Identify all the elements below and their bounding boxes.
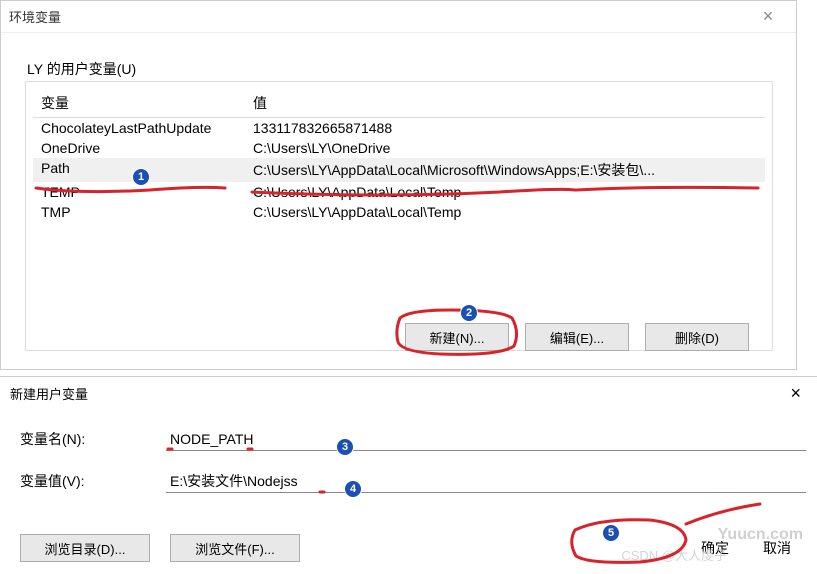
delete-button[interactable]: 删除(D)	[645, 323, 749, 351]
table-header: 变量 值	[33, 89, 765, 118]
annotation-badge-4: 4	[344, 480, 362, 498]
cell-val: 133117832665871488	[253, 120, 757, 136]
env-vars-dialog: 环境变量 × LY 的用户变量(U) 变量 值 ChocolateyLastPa…	[0, 0, 797, 370]
var-name-row: 变量名(N):	[20, 427, 817, 451]
user-vars-buttons: 新建(N)... 编辑(E)... 删除(D)	[405, 323, 749, 351]
dialog-title: 环境变量	[9, 7, 748, 26]
user-vars-group-label: LY 的用户变量(U)	[27, 59, 136, 79]
browse-file-button[interactable]: 浏览文件(F)...	[170, 534, 300, 562]
user-vars-table: 变量 值 ChocolateyLastPathUpdate 1331178326…	[33, 89, 765, 222]
annotation-badge-5: 5	[602, 524, 620, 542]
close-icon[interactable]: ×	[784, 383, 807, 404]
table-row[interactable]: ChocolateyLastPathUpdate 133117832665871…	[33, 118, 765, 138]
browse-dir-button[interactable]: 浏览目录(D)...	[20, 534, 150, 562]
cell-val: C:\Users\LY\AppData\Local\Temp	[253, 204, 757, 220]
var-value-label: 变量值(V):	[20, 471, 166, 491]
annotation-badge-2: 2	[460, 304, 478, 322]
table-row[interactable]: OneDrive C:\Users\LY\OneDrive	[33, 138, 765, 158]
var-value-input[interactable]	[166, 469, 806, 493]
watermark-yuucn: Yuucn.com	[718, 526, 803, 544]
cell-var: OneDrive	[41, 140, 253, 156]
var-name-input[interactable]	[166, 427, 806, 451]
var-name-label: 变量名(N):	[20, 429, 166, 449]
edit-button[interactable]: 编辑(E)...	[525, 323, 629, 351]
watermark-csdn: CSDN @大人虔子	[621, 545, 727, 564]
new-button[interactable]: 新建(N)...	[405, 323, 509, 351]
cell-val: C:\Users\LY\AppData\Local\Microsoft\Wind…	[253, 160, 757, 180]
cell-var: TEMP	[41, 184, 253, 200]
close-icon[interactable]: ×	[748, 3, 788, 31]
cell-val: C:\Users\LY\OneDrive	[253, 140, 757, 156]
col-value[interactable]: 值	[253, 93, 757, 113]
annotation-badge-3: 3	[336, 438, 354, 456]
cell-var: ChocolateyLastPathUpdate	[41, 120, 253, 136]
col-variable[interactable]: 变量	[41, 93, 253, 113]
title-bar: 环境变量 ×	[1, 1, 796, 33]
dialog2-title: 新建用户变量	[10, 384, 784, 403]
annotation-badge-1: 1	[132, 168, 150, 186]
browse-buttons: 浏览目录(D)... 浏览文件(F)...	[20, 534, 300, 562]
cell-val: C:\Users\LY\AppData\Local\Temp	[253, 184, 757, 200]
table-row[interactable]: TMP C:\Users\LY\AppData\Local\Temp	[33, 202, 765, 222]
cell-var: TMP	[41, 204, 253, 220]
var-value-row: 变量值(V):	[20, 469, 817, 493]
title-bar-2: 新建用户变量 ×	[0, 377, 817, 409]
